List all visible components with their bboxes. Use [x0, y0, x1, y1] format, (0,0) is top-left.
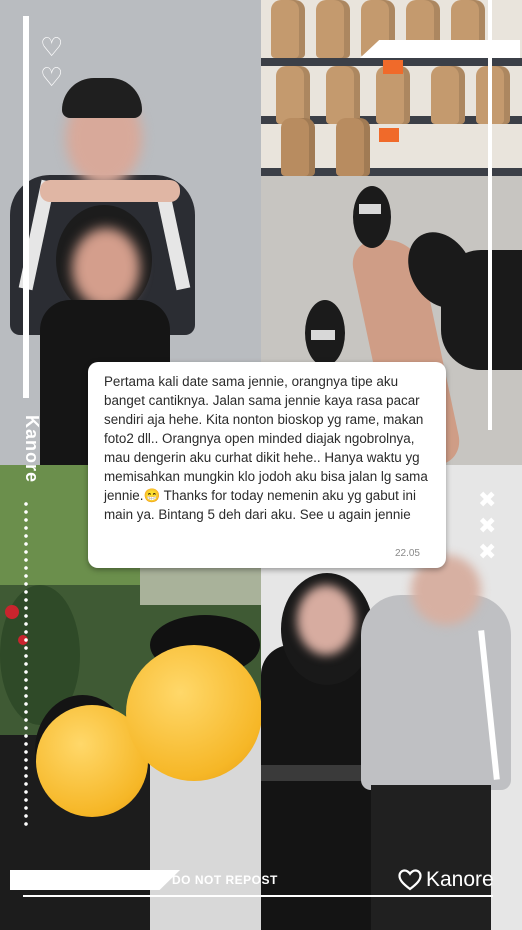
vertical-watermark: Kanore — [22, 415, 42, 484]
brand-name: Kanore — [426, 868, 494, 891]
x-mark-icon: ✖ — [478, 488, 497, 513]
heart-outline-icon — [398, 869, 422, 891]
heart-outline-icon: ♡ — [40, 32, 64, 62]
brand-watermark: Kanore — [398, 868, 494, 892]
frame-line-bottom — [23, 895, 493, 897]
do-not-repost-label: DO NOT REPOST — [172, 873, 278, 887]
frame-line-right — [488, 0, 492, 430]
heart-outline-icon: ♡ — [40, 62, 64, 92]
chat-message-bubble: Pertama kali date sama jennie, orangnya … — [88, 362, 446, 568]
x-mark-icon: ✖ — [478, 514, 497, 539]
relieved-emoji-icon — [126, 645, 261, 781]
bottom-ribbon — [10, 870, 180, 890]
top-ribbon — [360, 40, 520, 58]
chat-message-text: Pertama kali date sama jennie, orangnya … — [104, 374, 428, 522]
x-mark-icon: ✖ — [478, 540, 497, 565]
message-timestamp: 22.05 — [394, 548, 420, 559]
frame-line-left — [23, 16, 29, 398]
dotted-line — [23, 500, 29, 830]
